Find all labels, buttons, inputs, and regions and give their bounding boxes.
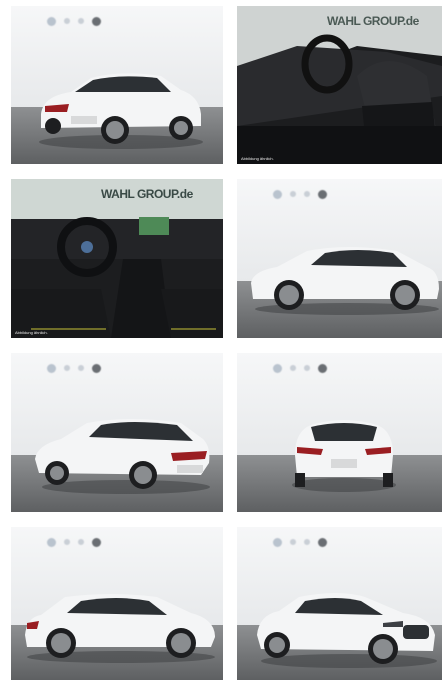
car-image <box>25 594 215 663</box>
gallery-photo-4[interactable] <box>237 179 442 338</box>
car-image <box>292 420 396 492</box>
dealer-brand: WAHL GROUP.de <box>327 14 419 28</box>
dealer-logos <box>273 361 327 375</box>
car-image <box>39 73 203 149</box>
car-image <box>257 593 437 668</box>
dealer-logos <box>47 535 101 549</box>
car-image <box>35 419 210 494</box>
gallery-photo-1[interactable] <box>11 6 223 164</box>
interior-image <box>237 6 442 164</box>
photo-gallery: WAHL GROUP.de Abbildung ähnlich. WAHL GR… <box>0 0 442 680</box>
dealer-logos <box>273 187 327 201</box>
dealer-logos <box>273 535 327 549</box>
gallery-photo-7[interactable] <box>11 527 223 680</box>
image-caption: Abbildung ähnlich. <box>241 156 274 161</box>
interior-image <box>11 179 223 338</box>
dealer-brand: WAHL GROUP.de <box>101 187 193 201</box>
gallery-photo-2[interactable]: WAHL GROUP.de Abbildung ähnlich. <box>237 6 442 164</box>
dealer-logos <box>47 14 101 28</box>
car-image <box>251 247 439 315</box>
gallery-photo-8[interactable] <box>237 527 442 680</box>
gallery-photo-3[interactable]: WAHL GROUP.de Abbildung ähnlich. <box>11 179 223 338</box>
gallery-photo-6[interactable] <box>237 353 442 512</box>
gallery-photo-5[interactable] <box>11 353 223 512</box>
image-caption: Abbildung ähnlich. <box>15 330 48 335</box>
dealer-logos <box>47 361 101 375</box>
